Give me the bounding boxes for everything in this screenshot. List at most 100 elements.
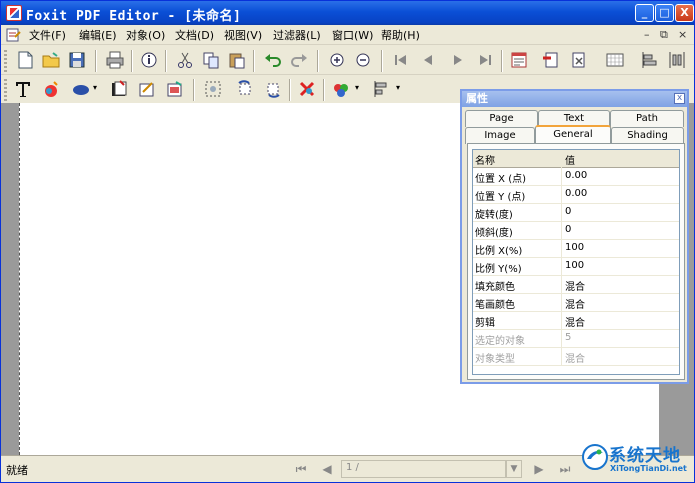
tab-path[interactable]: Path <box>610 110 684 127</box>
color-tool-icon[interactable] <box>41 79 61 99</box>
property-value[interactable]: 100 <box>565 260 675 271</box>
text-tool-icon[interactable] <box>13 79 33 99</box>
image-tool-icon[interactable] <box>109 79 129 99</box>
property-row[interactable]: 位置 X (点) 0.00 <box>473 168 679 186</box>
property-value[interactable]: 0 <box>565 206 675 217</box>
open-folder-icon[interactable] <box>41 50 61 70</box>
toolbar-separator <box>95 50 97 72</box>
align-dropdown-icon[interactable]: ▾ <box>396 83 400 92</box>
rotate-left-icon[interactable] <box>235 79 255 99</box>
property-name: 笔画颜色 <box>475 300 515 311</box>
menu-help[interactable]: 帮助(H) <box>381 28 420 43</box>
new-document-icon[interactable] <box>15 50 35 70</box>
standard-toolbar <box>1 46 694 75</box>
toolbar-separator <box>501 50 503 72</box>
page-dropdown-icon[interactable]: ▼ <box>506 460 522 478</box>
property-value[interactable]: 0 <box>565 224 675 235</box>
status-previous-page-button[interactable]: ◀ <box>319 461 335 477</box>
toolbar-separator <box>289 79 291 101</box>
ellipse-tool-icon[interactable] <box>71 79 91 99</box>
property-grid[interactable]: 名称 值 位置 X (点) 0.00 位置 Y (点) 0.00 旋转(度) 0 倾斜(度)… <box>472 149 680 375</box>
property-value: 混合 <box>565 354 585 365</box>
delete-page-icon[interactable] <box>569 50 589 70</box>
property-value[interactable]: 混合 <box>565 296 675 311</box>
property-row[interactable]: 比例 X(%) 100 <box>473 240 679 258</box>
watermark-logo-icon <box>582 444 608 470</box>
property-value[interactable]: 0.00 <box>565 170 675 181</box>
mdi-minimize-button[interactable]: – <box>644 28 650 41</box>
insert-page-icon[interactable] <box>541 50 561 70</box>
edit-object-icon[interactable] <box>137 79 157 99</box>
undo-icon[interactable] <box>263 50 283 70</box>
fill-dropdown-icon[interactable]: ▾ <box>355 83 359 92</box>
maximize-button[interactable]: □ <box>655 4 674 22</box>
ellipse-dropdown-icon[interactable]: ▾ <box>93 83 97 92</box>
menu-view[interactable]: 视图(V) <box>224 28 262 43</box>
toolbar-separator <box>165 50 167 72</box>
tab-page[interactable]: Page <box>465 110 538 127</box>
distribute-icon[interactable] <box>667 50 687 70</box>
grid-icon[interactable] <box>605 50 625 70</box>
property-row[interactable]: 旋转(度) 0 <box>473 204 679 222</box>
menu-file[interactable]: 文件(F) <box>29 28 66 43</box>
mdi-restore-button[interactable]: ⧉ <box>660 28 668 42</box>
tab-shading[interactable]: Shading <box>611 127 684 144</box>
tab-general[interactable]: General <box>535 125 611 144</box>
menu-bar: 文件(F) 编辑(E) 对象(O) 文档(D) 视图(V) 过滤器(L) 窗口(… <box>1 25 694 45</box>
property-name: 旋转(度) <box>475 210 513 221</box>
zoom-out-icon[interactable] <box>353 50 373 70</box>
rotate-right-icon[interactable] <box>263 79 283 99</box>
copy-icon[interactable] <box>201 50 221 70</box>
property-name: 对象类型 <box>475 354 515 365</box>
status-next-page-button[interactable]: ▶ <box>531 461 547 477</box>
redo-icon[interactable] <box>289 50 309 70</box>
toolbar-grip[interactable] <box>4 79 7 101</box>
property-row[interactable]: 比例 Y(%) 100 <box>473 258 679 276</box>
status-last-page-button[interactable]: ⏭ <box>557 461 573 477</box>
zoom-in-icon[interactable] <box>327 50 347 70</box>
property-row[interactable]: 位置 Y (点) 0.00 <box>473 186 679 204</box>
paste-icon[interactable] <box>227 50 247 70</box>
cut-icon[interactable] <box>175 50 195 70</box>
toolbar-grip[interactable] <box>4 50 7 72</box>
close-button[interactable]: X <box>675 4 694 22</box>
property-row[interactable]: 笔画颜色 混合 <box>473 294 679 312</box>
status-first-page-button[interactable]: ⏮ <box>293 461 309 477</box>
foxit-app-icon[interactable] <box>6 5 22 21</box>
print-icon[interactable] <box>105 50 125 70</box>
select-icon[interactable] <box>203 79 223 99</box>
document-menu-icon[interactable] <box>6 28 22 42</box>
property-row[interactable]: 填充颜色 混合 <box>473 276 679 294</box>
align-left-icon[interactable] <box>371 79 391 99</box>
property-value[interactable]: 100 <box>565 242 675 253</box>
properties-panel[interactable]: 属性 x Page Text Path Image General Shadin… <box>460 89 689 384</box>
fill-color-icon[interactable] <box>331 79 351 99</box>
edit-page-icon[interactable] <box>165 79 185 99</box>
property-row[interactable]: 倾斜(度) 0 <box>473 222 679 240</box>
title-bar[interactable]: Foxit PDF Editor - [未命名] _ □ X <box>1 1 694 25</box>
page-number-input[interactable]: 1 / <box>341 460 506 478</box>
property-row[interactable]: 剪辑 混合 <box>473 312 679 330</box>
properties-panel-close-button[interactable]: x <box>674 93 685 104</box>
menu-filter[interactable]: 过滤器(L) <box>273 28 321 43</box>
property-value[interactable]: 混合 <box>565 314 675 329</box>
menu-edit[interactable]: 编辑(E) <box>79 28 117 43</box>
properties-icon[interactable] <box>509 50 529 70</box>
align-icon[interactable] <box>639 50 659 70</box>
last-page-icon[interactable] <box>475 50 495 70</box>
previous-page-icon[interactable] <box>419 50 439 70</box>
minimize-button[interactable]: _ <box>635 4 654 22</box>
menu-object[interactable]: 对象(O) <box>126 28 165 43</box>
tab-image[interactable]: Image <box>465 127 535 144</box>
next-page-icon[interactable] <box>447 50 467 70</box>
save-icon[interactable] <box>67 50 87 70</box>
property-value[interactable]: 0.00 <box>565 188 675 199</box>
first-page-icon[interactable] <box>391 50 411 70</box>
properties-panel-title[interactable]: 属性 <box>462 91 687 107</box>
menu-window[interactable]: 窗口(W) <box>332 28 373 43</box>
delete-object-icon[interactable] <box>297 79 317 99</box>
menu-document[interactable]: 文档(D) <box>175 28 214 43</box>
property-value[interactable]: 混合 <box>565 278 675 293</box>
info-icon[interactable] <box>139 50 159 70</box>
mdi-close-button[interactable]: × <box>678 28 687 41</box>
